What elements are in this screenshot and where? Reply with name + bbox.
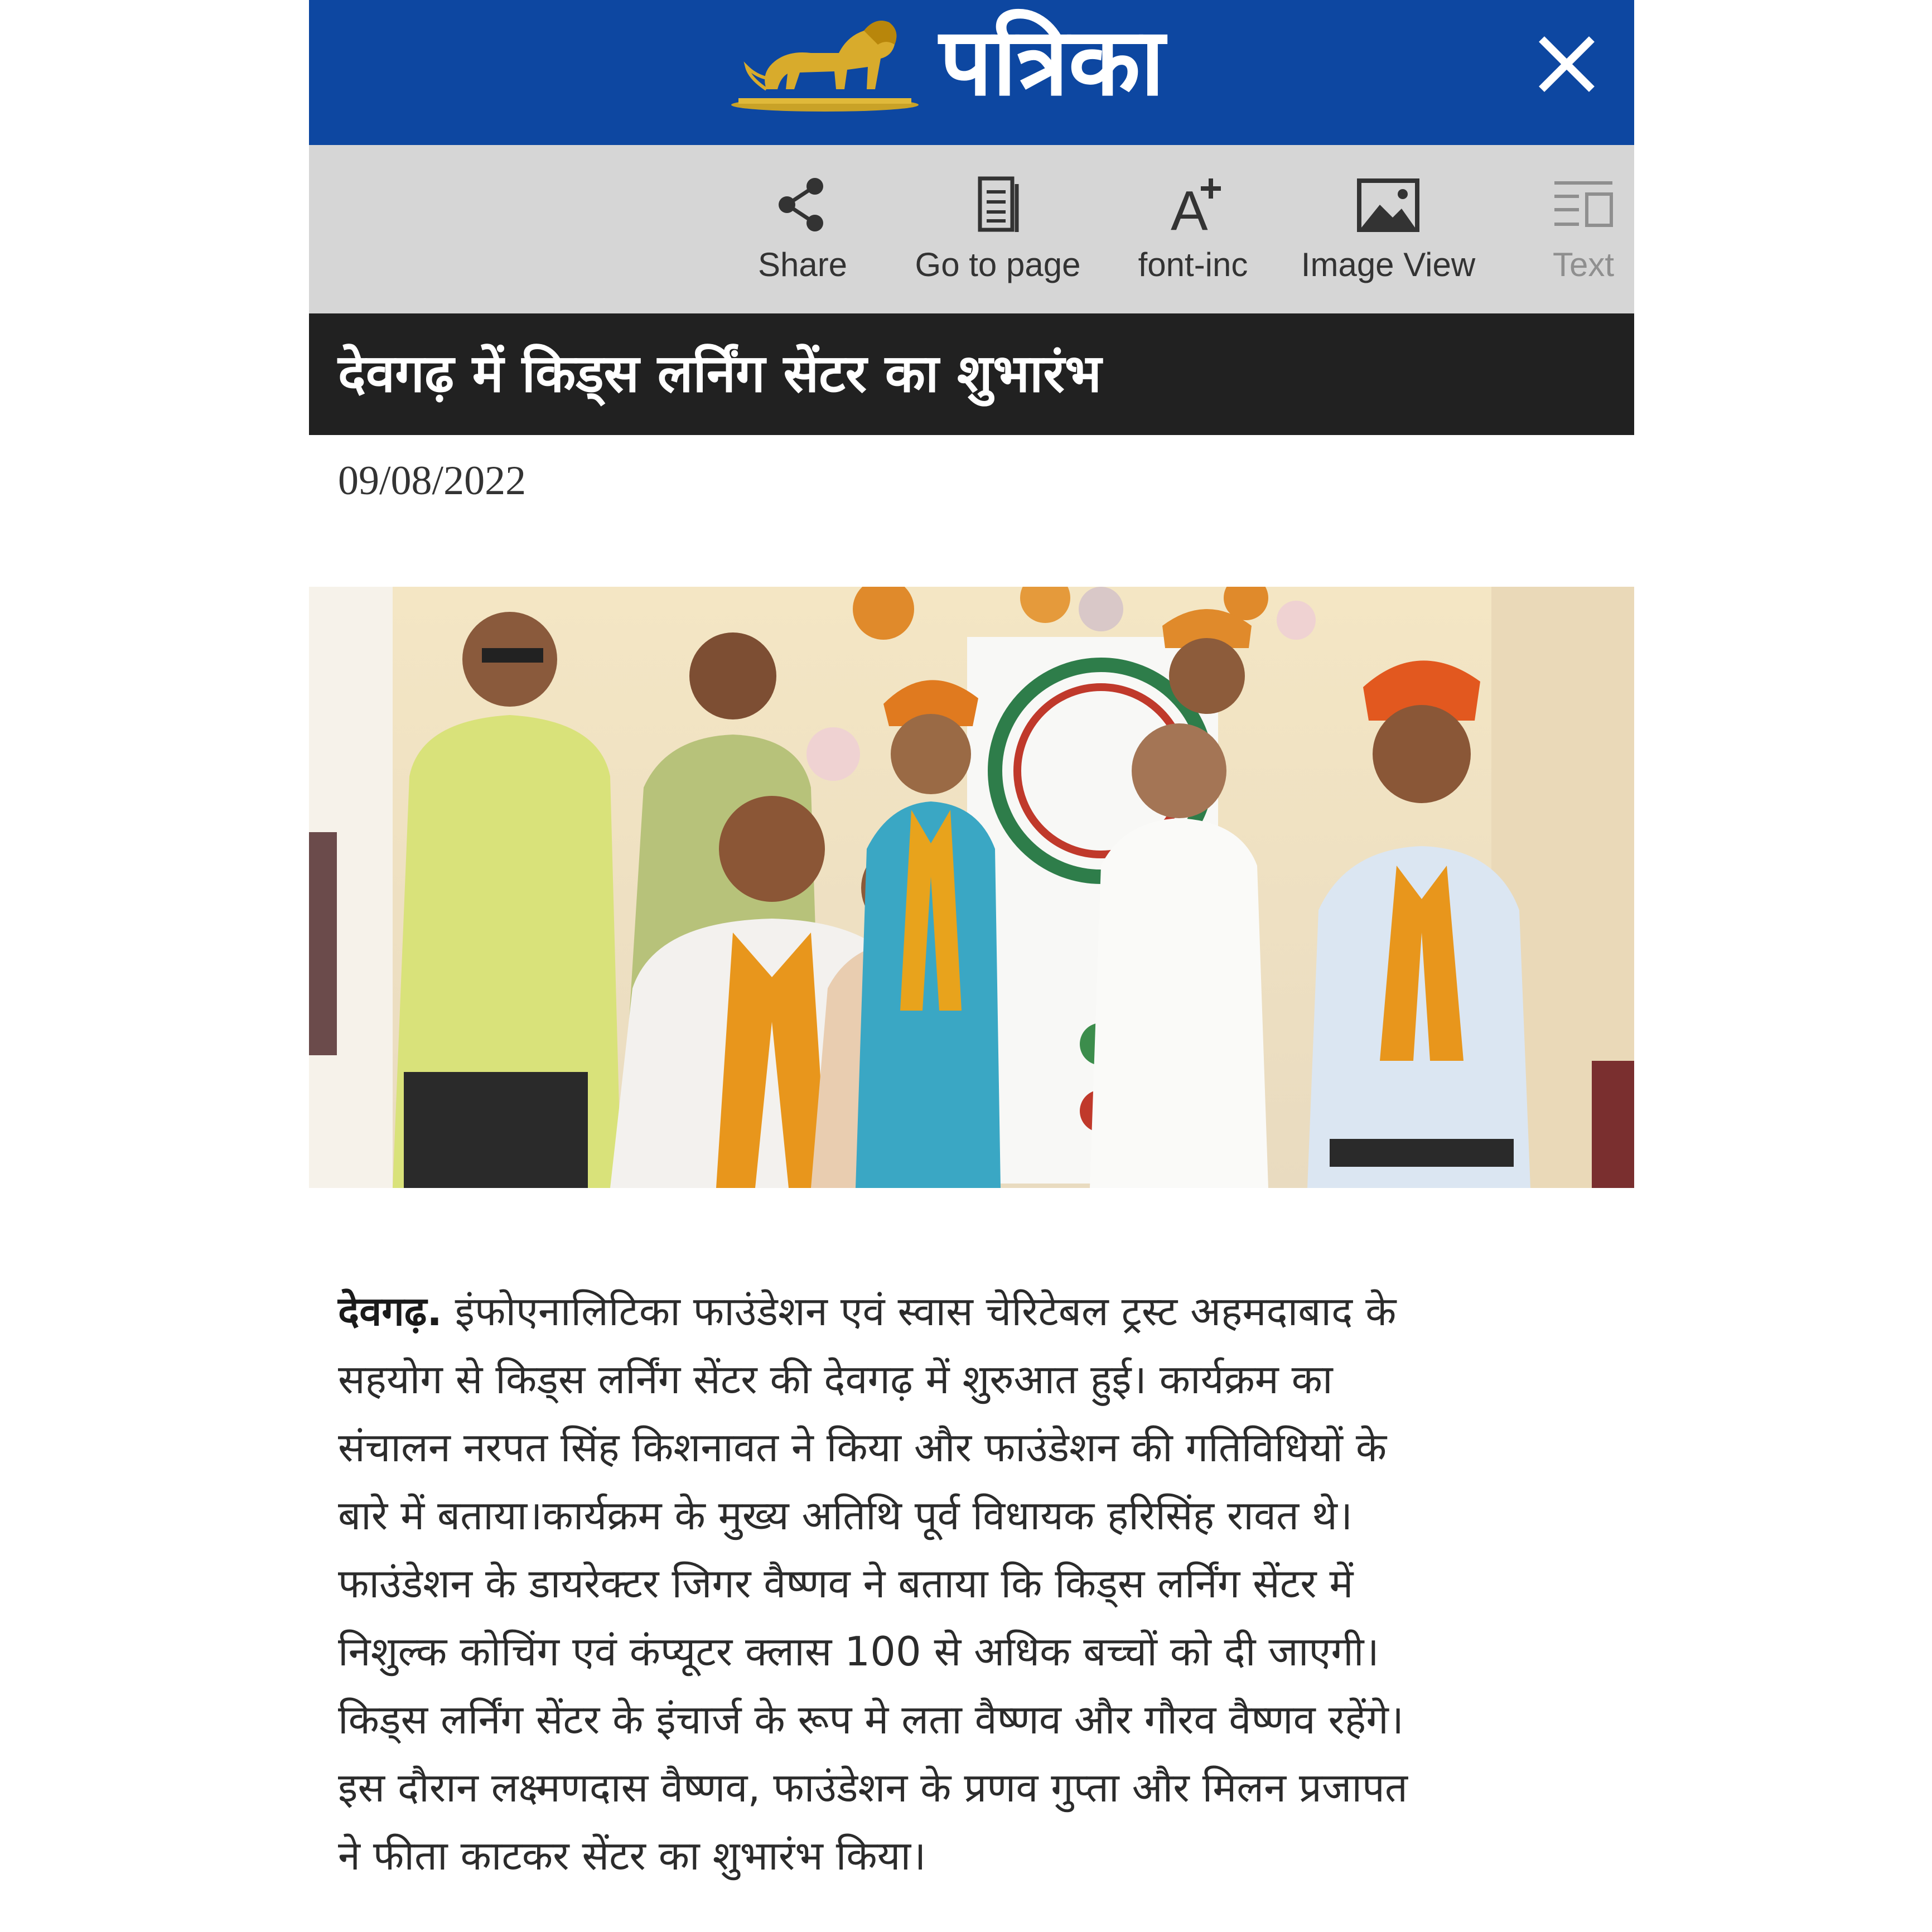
go-to-page-button[interactable]: Go to page <box>906 162 1090 296</box>
share-icon <box>779 178 823 231</box>
reader-toolbar: Share Go to page A font-inc Image View T… <box>309 145 1634 313</box>
page-icon <box>978 176 1019 232</box>
group-photo-image <box>309 587 1634 1188</box>
article-line-1-text: इंफोएनालिटिका फाउंडेशन एवं स्वास चेरिटेब… <box>455 1288 1397 1335</box>
article-line-7: किड्स लर्निंग सेंटर के इंचार्ज के रूप मे… <box>338 1696 1404 1743</box>
article-line-2: सहयोग से किड्स लर्निंग सेंटर की देवगढ़ म… <box>338 1356 1333 1403</box>
lion-icon <box>731 21 919 112</box>
image-view-button[interactable]: Image View <box>1296 162 1480 296</box>
text-view-icon <box>1554 181 1613 227</box>
font-increase-icon: A <box>1171 178 1221 235</box>
text-view-label: Text <box>1552 246 1615 283</box>
epaper-article-viewer: पत्रिका Share Go to page A font-inc Imag… <box>309 0 1634 1932</box>
article-line-5: फाउंडेशन के डायरेक्टर जिगर वैष्णव ने बता… <box>338 1560 1354 1607</box>
article-dateline: देवगढ़. <box>338 1288 442 1335</box>
close-button[interactable] <box>1525 22 1609 106</box>
article-date: 09/08/2022 <box>338 458 527 504</box>
image-icon <box>1357 178 1419 232</box>
share-button[interactable]: Share <box>711 162 895 296</box>
close-icon <box>1539 36 1595 92</box>
font-increase-button[interactable]: A font-inc <box>1101 162 1285 296</box>
text-view-button[interactable]: Text <box>1491 162 1675 296</box>
masthead: पत्रिका <box>309 0 1634 145</box>
article-line-3: संचालन नरपत सिंह किशनावत ने किया और फाउं… <box>338 1424 1387 1471</box>
article-photo <box>309 587 1634 1188</box>
go-to-page-label: Go to page <box>915 246 1081 283</box>
article-line-1: देवगढ़. इंफोएनालिटिका फाउंडेशन एवं स्वास… <box>338 1277 1610 1345</box>
article-body: देवगढ़. इंफोएनालिटिका फाउंडेशन एवं स्वास… <box>338 1277 1610 1890</box>
patrika-logo: पत्रिका <box>727 6 1218 117</box>
article-line-6: निशुल्क कोचिंग एवं कंप्यूटर क्लास 100 से… <box>338 1628 1379 1675</box>
article-headline: देवगढ़ में किड्स लर्निंग सेंटर का शुभारं… <box>338 344 1102 404</box>
article-line-9: ने फीता काटकर सेंटर का शुभारंभ किया। <box>338 1832 926 1879</box>
font-increase-label: font-inc <box>1138 246 1248 283</box>
share-label: Share <box>757 246 848 283</box>
logo-wordmark: पत्रिका <box>939 6 1165 117</box>
article-line-4: बारे में बताया।कार्यक्रम के मुख्य अतिथि … <box>338 1492 1353 1539</box>
headline-bar: देवगढ़ में किड्स लर्निंग सेंटर का शुभारं… <box>309 313 1634 435</box>
image-view-label: Image View <box>1301 246 1476 283</box>
article-line-8: इस दौरान लक्ष्मणदास वैष्णव, फाउंडेशन के … <box>338 1764 1408 1811</box>
